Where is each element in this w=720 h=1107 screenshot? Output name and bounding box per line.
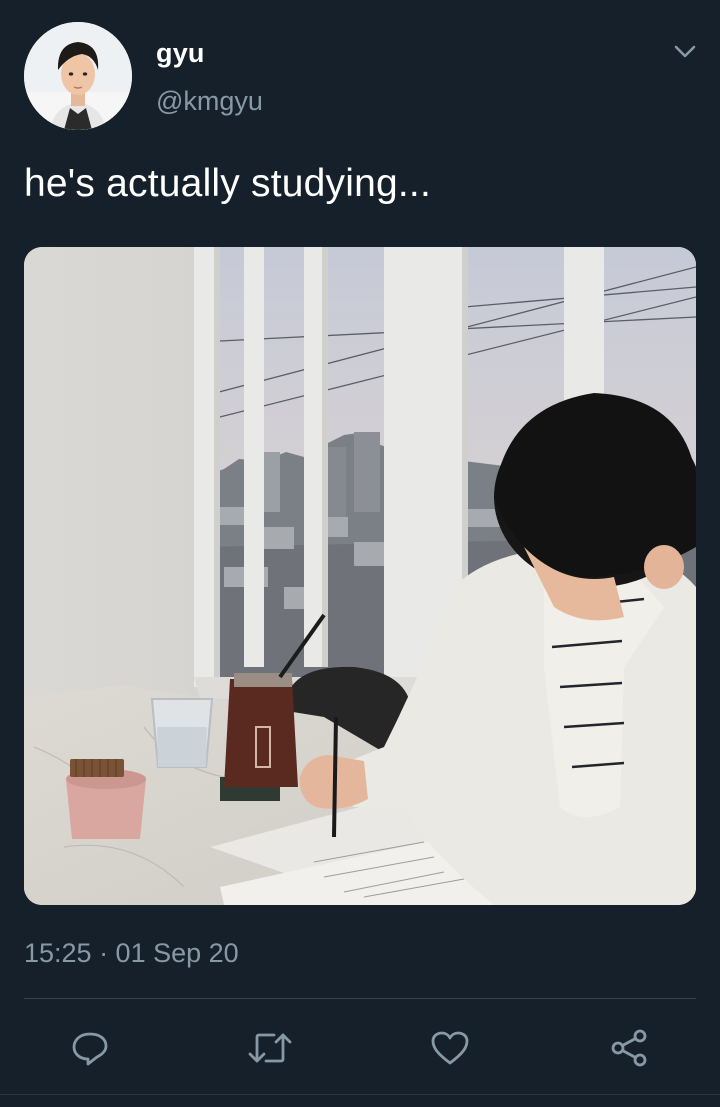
tweet: gyu @kmgyu he's actually studying... 15:… [0, 0, 720, 1107]
retweet-icon[interactable] [248, 1028, 292, 1068]
divider [0, 1094, 720, 1095]
share-icon[interactable] [608, 1028, 652, 1068]
tweet-photo[interactable] [24, 247, 696, 905]
action-bar [0, 1016, 720, 1080]
heart-icon[interactable] [428, 1028, 472, 1068]
timestamp[interactable]: 15:25 · 01 Sep 20 [24, 938, 239, 969]
avatar[interactable] [24, 22, 132, 130]
tweet-text: he's actually studying... [24, 162, 431, 205]
chevron-down-icon[interactable] [670, 38, 700, 66]
display-name[interactable]: gyu [156, 38, 205, 69]
divider [24, 998, 696, 999]
reply-icon[interactable] [68, 1028, 112, 1068]
handle[interactable]: @kmgyu [156, 86, 263, 117]
